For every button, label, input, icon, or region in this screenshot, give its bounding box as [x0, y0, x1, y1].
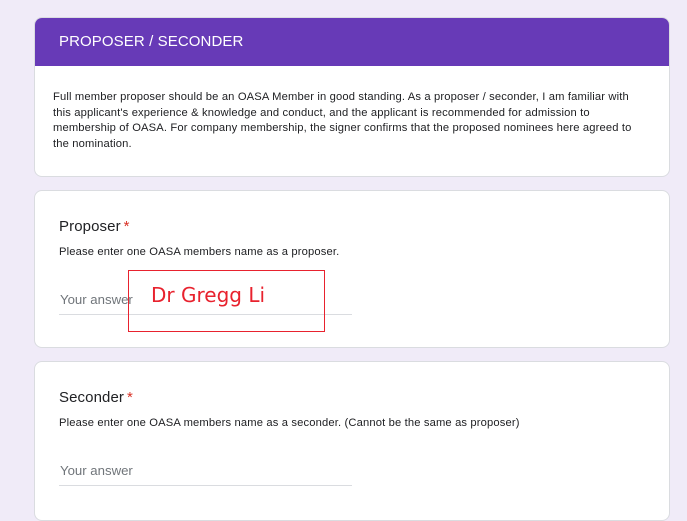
section-card: PROPOSER / SECONDER Full member proposer… — [34, 17, 670, 177]
section-title: PROPOSER / SECONDER — [59, 33, 244, 50]
seconder-title-text: Seconder — [59, 389, 125, 406]
seconder-question-title: Seconder * — [59, 389, 133, 406]
form-container: PROPOSER / SECONDER Full member proposer… — [34, 17, 670, 521]
annotation-text: Dr Gregg Li — [151, 283, 266, 307]
proposer-question-title: Proposer * — [59, 218, 130, 235]
required-asterisk: * — [127, 389, 133, 406]
required-asterisk: * — [123, 218, 130, 235]
section-header: PROPOSER / SECONDER — [35, 18, 669, 66]
annotation-box: Dr Gregg Li — [128, 270, 325, 332]
proposer-help-text: Please enter one OASA members name as a … — [59, 246, 340, 258]
proposer-title-text: Proposer — [59, 218, 121, 235]
seconder-help-text: Please enter one OASA members name as a … — [59, 417, 520, 429]
section-description: Full member proposer should be an OASA M… — [53, 91, 632, 150]
seconder-answer-input[interactable] — [59, 455, 352, 486]
seconder-question-card: Seconder * Please enter one OASA members … — [34, 361, 670, 521]
